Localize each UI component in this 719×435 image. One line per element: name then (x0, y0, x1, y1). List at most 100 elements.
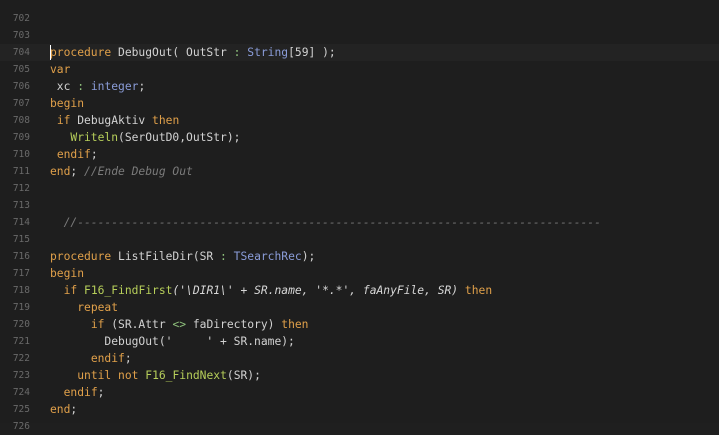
code-token: var (50, 63, 71, 76)
line-number: 711 (12, 166, 30, 177)
code-token: (SR); (226, 369, 261, 382)
code-token: //--------------------------------------… (50, 216, 601, 229)
line-number: 725 (12, 404, 30, 415)
code-line[interactable]: 714 //----------------------------------… (0, 214, 719, 231)
line-text: Writeln(SerOutD0,OutStr); (50, 129, 240, 146)
code-line[interactable]: 721 DebugOut(' ' + SR.name); (0, 333, 719, 350)
code-token: endif (63, 386, 98, 399)
code-token: F16_FindNext (145, 369, 227, 382)
code-token: if (56, 114, 71, 127)
code-token: ; (97, 386, 105, 399)
line-number: 710 (12, 149, 30, 160)
line-text: endif; (50, 146, 98, 163)
code-line[interactable]: 724 endif; (0, 384, 719, 401)
code-editor[interactable]: 702 703 704 procedure DebugOut( OutStr : St… (0, 0, 719, 432)
code-line[interactable]: 711 end; //Ende Debug Out (0, 163, 719, 180)
code-token: integer (90, 80, 139, 93)
code-token: end (50, 403, 71, 416)
code-token: //Ende Debug Out (84, 165, 193, 178)
code-token: not (118, 369, 139, 382)
line-number: 721 (12, 336, 30, 347)
code-line[interactable]: 719 repeat (0, 299, 719, 316)
code-token: begin (50, 97, 85, 110)
code-token: ' ' (165, 335, 214, 348)
line-text: until not F16_FindNext(SR); (50, 367, 261, 384)
code-token: : (220, 250, 227, 263)
code-line[interactable]: 712 (0, 180, 719, 197)
code-token: DebugOut( OutStr (111, 46, 234, 59)
code-token: end (50, 165, 71, 178)
code-token: xc (50, 80, 78, 93)
code-line[interactable]: 726 (0, 418, 719, 435)
line-number: 718 (12, 285, 30, 296)
line-text: //--------------------------------------… (50, 214, 601, 231)
code-line[interactable]: 706 xc : integer; (0, 78, 719, 95)
line-number: 703 (12, 30, 30, 41)
line-text: if (SR.Attr <> faDirectory) then (50, 316, 309, 333)
line-text: end; (50, 401, 77, 418)
code-line[interactable]: 703 (0, 27, 719, 44)
code-token: (SerOutD0,OutStr); (118, 131, 241, 144)
code-line[interactable]: 710 endif; (0, 146, 719, 163)
code-token: then (152, 114, 180, 127)
line-text: begin (50, 95, 84, 112)
code-line[interactable]: 725 end; (0, 401, 719, 418)
line-number: 724 (12, 387, 30, 398)
code-token: ; (124, 352, 132, 365)
line-text: begin (50, 265, 84, 282)
code-token: + SR.name); (213, 335, 295, 348)
code-token: Writeln (70, 131, 119, 144)
code-line[interactable]: 709 Writeln(SerOutD0,OutStr); (0, 129, 719, 146)
line-number: 709 (12, 132, 30, 143)
code-line[interactable]: 717 begin (0, 265, 719, 282)
line-text: procedure ListFileDir(SR : TSearchRec); (50, 248, 315, 265)
code-token: until (77, 369, 112, 382)
line-number: 723 (12, 370, 30, 381)
code-area[interactable]: 702 703 704 procedure DebugOut( OutStr : St… (0, 0, 719, 432)
code-line[interactable]: 723 until not F16_FindNext(SR); (0, 367, 719, 384)
code-line[interactable]: 718 if F16_FindFirst('\DIR1\' + SR.name,… (0, 282, 719, 299)
code-token: endif (56, 148, 91, 161)
code-line[interactable]: 707 begin (0, 95, 719, 112)
line-number: 713 (12, 200, 30, 211)
code-token: <> (172, 318, 187, 331)
code-token: faDirectory) (186, 318, 282, 331)
line-number: 712 (12, 183, 30, 194)
code-line[interactable]: 708 if DebugAktiv then (0, 112, 719, 129)
line-text: var (50, 61, 70, 78)
code-line[interactable]: 702 (0, 10, 719, 27)
code-token: DebugOut( (50, 335, 166, 348)
line-number: 707 (12, 98, 30, 109)
code-token: ; (138, 80, 146, 93)
code-line[interactable]: 722 endif; (0, 350, 719, 367)
line-number: 714 (12, 217, 30, 228)
code-token: if (63, 284, 78, 297)
code-line[interactable]: 705 var (0, 61, 719, 78)
code-token: then (281, 318, 309, 331)
code-token: ); (301, 250, 316, 263)
code-line[interactable]: 713 (0, 197, 719, 214)
code-line[interactable]: 720 if (SR.Attr <> faDirectory) then (0, 316, 719, 333)
code-token: begin (50, 267, 85, 280)
line-text: endif; (50, 384, 105, 401)
line-number: 706 (12, 81, 30, 92)
code-line[interactable]: 716 procedure ListFileDir(SR : TSearchRec… (0, 248, 719, 265)
line-number: 722 (12, 353, 30, 364)
code-token: if (90, 318, 105, 331)
code-line[interactable]: 715 (0, 231, 719, 248)
line-number: 702 (12, 13, 30, 24)
code-line[interactable]: 704 procedure DebugOut( OutStr : String[5… (0, 44, 719, 61)
line-number: 726 (12, 421, 30, 432)
line-text: repeat (50, 299, 118, 316)
line-number: 717 (12, 268, 30, 279)
code-token: ; (70, 165, 85, 178)
code-token: then (464, 284, 493, 297)
